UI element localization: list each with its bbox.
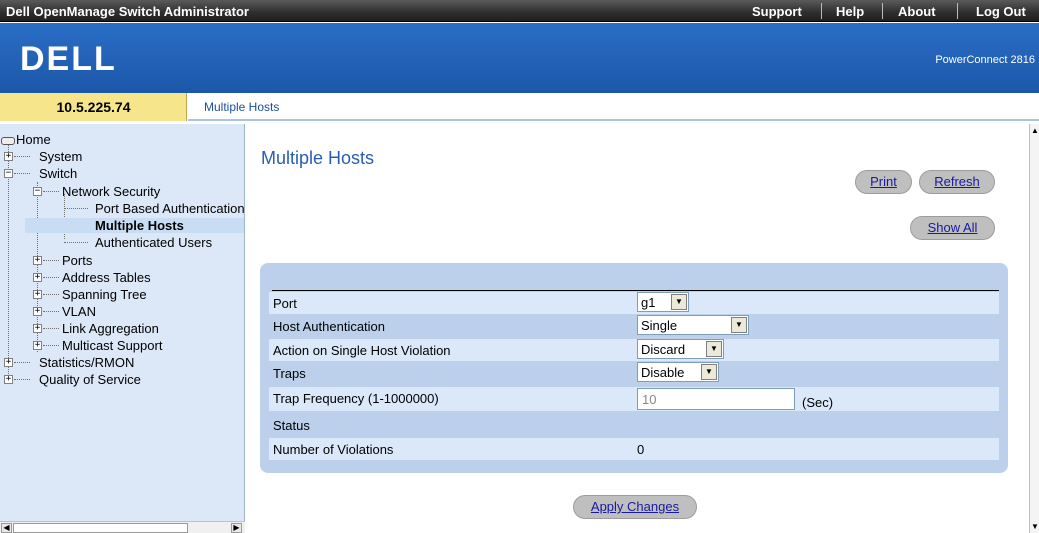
tree-line [43,328,59,329]
expand-icon[interactable]: + [4,152,13,161]
help-link[interactable]: Help [836,4,864,19]
tree-item-switch[interactable]: Switch [39,166,77,181]
top-bar: Dell OpenManage Switch Administrator Sup… [0,0,1039,22]
scroll-down-icon[interactable]: ▼ [1031,522,1039,531]
violation-action-select[interactable]: Discard ▼ [637,339,724,359]
tree-item-statistics-rmon[interactable]: Statistics/RMON [39,355,134,370]
traps-label: Traps [273,366,306,381]
form-row-host-authentication: Host Authentication [269,315,999,337]
collapse-icon[interactable]: − [4,169,13,178]
collapse-icon[interactable]: − [33,187,42,196]
vertical-scrollbar[interactable]: ▲ ▼ [1029,124,1039,533]
scroll-thumb[interactable] [13,523,188,533]
expand-icon[interactable]: + [4,375,13,384]
scroll-left-icon[interactable]: ◀ [1,523,12,533]
device-ip-box: 10.5.225.74 [0,93,187,121]
breadcrumb: Multiple Hosts [188,93,1039,121]
trap-frequency-label: Trap Frequency (1-1000000) [273,391,439,406]
host-authentication-label: Host Authentication [273,319,386,334]
tree-line [43,345,59,346]
chevron-down-icon[interactable]: ▼ [671,294,687,310]
banner [0,23,1039,93]
logout-link[interactable]: Log Out [976,4,1026,19]
expand-icon[interactable]: + [4,358,13,367]
port-label: Port [273,296,297,311]
scroll-right-icon[interactable]: ▶ [231,523,242,533]
form-row-port: Port [269,292,999,314]
tree-line [64,208,88,209]
home-icon [1,136,15,145]
form-row-trap-frequency: Trap Frequency (1-1000000) [269,387,999,411]
dell-logo: DELL [20,40,117,78]
device-ip: 10.5.225.74 [56,99,131,115]
host-authentication-value: Single [641,318,678,333]
tree-item-vlan[interactable]: VLAN [62,304,96,319]
tree-line [43,191,59,192]
tree-line [14,173,30,174]
tree-item-port-based-authentication[interactable]: Port Based Authentication [95,201,244,216]
tree-item-home[interactable]: Home [1,132,51,147]
tree-line [14,156,30,157]
violations-value: 0 [637,442,645,457]
about-link[interactable]: About [898,4,936,19]
scroll-up-icon[interactable]: ▲ [1031,126,1039,135]
violation-action-value: Discard [641,342,686,357]
traps-value: Disable [641,365,685,380]
nav-tree: Home + System − Switch − Network Securit… [0,124,245,521]
port-value: g1 [641,295,656,310]
tree-line [43,260,59,261]
refresh-button[interactable]: Refresh [919,170,995,194]
tree-item-address-tables[interactable]: Address Tables [62,270,151,285]
tree-line [43,311,59,312]
status-label: Status [273,418,310,433]
tree-line [43,294,59,295]
support-link[interactable]: Support [752,4,802,19]
trap-frequency-input[interactable] [637,388,795,410]
tree-item-multicast-support[interactable]: Multicast Support [62,338,162,353]
tree-item-network-security[interactable]: Network Security [62,184,160,199]
apply-changes-button[interactable]: Apply Changes [573,495,697,519]
tree-item-spanning-tree[interactable]: Spanning Tree [62,287,147,302]
tree-item-ports[interactable]: Ports [62,253,92,268]
expand-icon[interactable]: + [33,324,42,333]
divider [272,290,999,291]
host-authentication-select[interactable]: Single ▼ [637,315,749,335]
breadcrumb-current: Multiple Hosts [204,100,280,114]
expand-icon[interactable]: + [33,273,42,282]
tree-line [14,379,30,380]
divider [957,3,958,19]
form-row-status: Status [269,414,999,436]
chevron-down-icon[interactable]: ▼ [701,364,717,380]
trap-frequency-unit: (Sec) [802,395,834,410]
expand-icon[interactable]: + [33,256,42,265]
violation-action-label: Action on Single Host Violation [273,343,451,358]
chevron-down-icon[interactable]: ▼ [706,341,722,357]
chevron-down-icon[interactable]: ▼ [731,317,747,333]
traps-select[interactable]: Disable ▼ [637,362,719,382]
expand-icon[interactable]: + [33,290,42,299]
form-row-violations: Number of Violations 0 [269,438,999,460]
divider [821,3,822,19]
app-title: Dell OpenManage Switch Administrator [6,4,249,19]
form-row-traps: Traps [269,362,999,384]
print-button[interactable]: Print [855,170,912,194]
tree-item-quality-of-service[interactable]: Quality of Service [39,372,141,387]
tree-line [14,362,30,363]
expand-icon[interactable]: + [33,341,42,350]
page-title: Multiple Hosts [261,148,375,168]
expand-icon[interactable]: + [33,307,42,316]
tree-line [64,242,88,243]
tree-line [43,277,59,278]
divider [882,3,883,19]
tree-item-link-aggregation[interactable]: Link Aggregation [62,321,159,336]
tree-item-system[interactable]: System [39,149,82,164]
tree-horizontal-scrollbar[interactable]: ◀ ▶ [0,521,245,533]
tree-item-authenticated-users[interactable]: Authenticated Users [95,235,212,250]
violations-label: Number of Violations [273,442,394,457]
tree-item-multiple-hosts[interactable]: Multiple Hosts [25,218,244,233]
port-select[interactable]: g1 ▼ [637,292,689,312]
product-name: PowerConnect 2816 [935,54,1035,66]
show-all-button[interactable]: Show All [910,216,995,240]
form-row-violation-action: Action on Single Host Violation [269,339,999,361]
